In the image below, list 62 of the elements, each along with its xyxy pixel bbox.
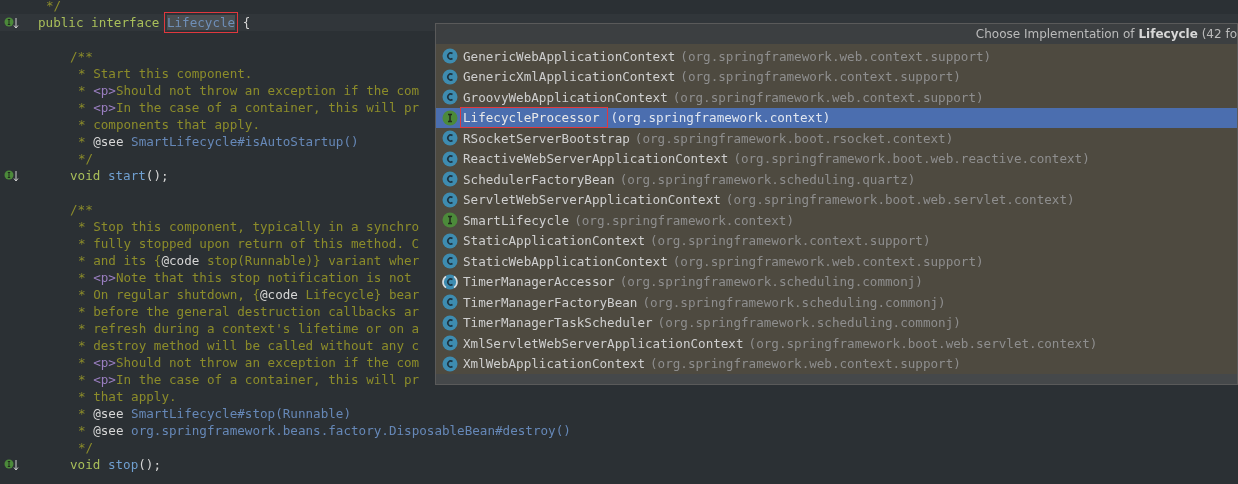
- code-line: void stop();: [70, 456, 161, 473]
- code-line: * @see SmartLifecycle#stop(Runnable): [78, 405, 351, 422]
- class-icon: [442, 294, 458, 311]
- interface-icon: [442, 212, 458, 229]
- class-icon: [442, 89, 458, 106]
- class-icon: [442, 232, 458, 249]
- class-icon: [442, 314, 458, 331]
- implementation-item[interactable]: GenericXmlApplicationContext (org.springframework.context.support): [436, 66, 1237, 87]
- code-line: * fully stopped upon return of this method. C: [78, 235, 420, 252]
- implemented-marker-icon[interactable]: [4, 457, 20, 472]
- code-line: /**: [70, 48, 93, 65]
- implementation-item[interactable]: RSocketServerBootstrap (org.springframework.boot.rsocket.context): [436, 128, 1237, 149]
- class-icon: [442, 150, 458, 167]
- implementation-item[interactable]: SmartLifecycle (org.springframework.context): [436, 210, 1237, 231]
- interface-icon: [442, 109, 458, 126]
- implementation-item[interactable]: TimerManagerTaskScheduler (org.springframework.scheduling.commonj): [436, 312, 1237, 333]
- class-icon: [442, 68, 458, 85]
- implementation-item[interactable]: StaticApplicationContext (org.springframework.context.support): [436, 230, 1237, 251]
- class-icon: [442, 130, 458, 147]
- code-line: * before the general destruction callbacks ar: [78, 303, 420, 320]
- code-line: * Start this component.: [78, 65, 253, 82]
- code-line: * @see SmartLifecycle#isAutoStartup(): [78, 133, 359, 150]
- implementation-item[interactable]: TimerManagerAccessor (org.springframework.scheduling.commonj): [436, 271, 1237, 292]
- abstract-class-icon: [442, 273, 458, 290]
- class-icon: [442, 335, 458, 352]
- code-line: * <p>Note that this stop notification is not: [78, 269, 412, 286]
- code-line: * <p>Should not throw an exception if the com: [78, 82, 420, 99]
- implemented-marker-icon[interactable]: [4, 15, 20, 30]
- implementation-item[interactable]: GenericWebApplicationContext (org.springframework.web.context.support): [436, 46, 1237, 67]
- code-line: void start();: [70, 167, 169, 184]
- implementation-item[interactable]: GroovyWebApplicationContext (org.springframework.web.context.support): [436, 87, 1237, 108]
- code-line: * destroy method will be called without any c: [78, 337, 420, 354]
- code-line: * components that apply.: [78, 116, 260, 133]
- class-icon: [442, 355, 458, 372]
- code-line: * Stop this component, typically in a synchro: [78, 218, 420, 235]
- code-line: * that apply.: [78, 388, 177, 405]
- code-line: * <p>Should not throw an exception if the com: [78, 354, 420, 371]
- class-icon: [442, 48, 458, 65]
- code-line: * <p>In the case of a container, this will pr: [78, 371, 420, 388]
- implementation-item[interactable]: SchedulerFactoryBean (org.springframework.scheduling.quartz): [436, 169, 1237, 190]
- code-line: * @see org.springframework.beans.factory.DisposableBean#destroy(): [78, 422, 571, 439]
- code-line: */: [78, 439, 94, 456]
- class-icon: [442, 253, 458, 270]
- implementation-item[interactable]: ServletWebServerApplicationContext (org.springframework.boot.web.servlet.context): [436, 189, 1237, 210]
- code-line: * and its {@code stop(Runnable)} variant wher: [78, 252, 420, 269]
- implementation-item[interactable]: StaticWebApplicationContext (org.springframework.web.context.support): [436, 251, 1237, 272]
- class-icon: [442, 171, 458, 188]
- code-line: public interface Lifecycle {: [38, 14, 251, 31]
- implementation-item[interactable]: XmlWebApplicationContext (org.springframework.web.context.support): [436, 353, 1237, 374]
- code-line: * refresh during a context's lifetime or on a: [78, 320, 420, 337]
- implemented-marker-icon[interactable]: [4, 168, 20, 183]
- code-line: * <p>In the case of a container, this will pr: [78, 99, 420, 116]
- code-line: */: [78, 150, 94, 167]
- implementation-item[interactable]: XmlServletWebServerApplicationContext (org.springframework.boot.web.servlet.context): [436, 333, 1237, 354]
- code-line: /**: [70, 201, 93, 218]
- implementation-item[interactable]: TimerManagerFactoryBean (org.springframework.scheduling.commonj): [436, 292, 1237, 313]
- code-line: * On regular shutdown, {@code Lifecycle} bear: [78, 286, 420, 303]
- implementation-item[interactable]: ReactiveWebServerApplicationContext (org.springframework.boot.web.reactive.context): [436, 148, 1237, 169]
- implementation-item[interactable]: LifecycleProcessor (org.springframework.context): [436, 107, 1237, 128]
- class-icon: [442, 191, 458, 208]
- popup-title: Choose Implementation of Lifecycle (42 fo: [975, 27, 1237, 41]
- code-line: */: [46, 0, 62, 14]
